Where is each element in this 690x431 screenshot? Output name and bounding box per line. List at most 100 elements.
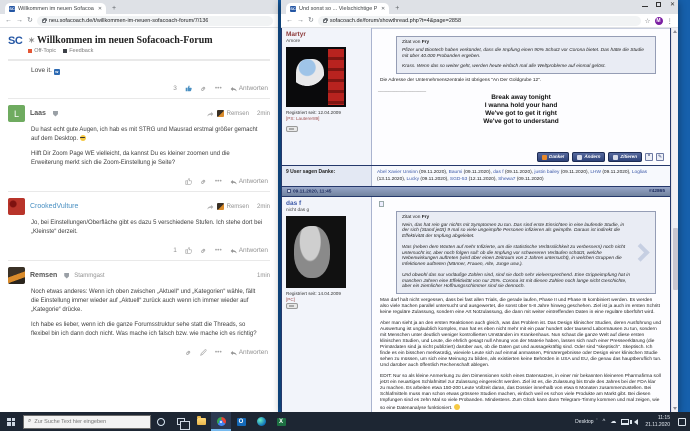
back-icon[interactable]: ← — [286, 17, 293, 24]
address-bar-right[interactable]: sofacoach.de/forum/showthread.php?t=4&pa… — [318, 16, 641, 26]
site-logo[interactable]: SC — [8, 35, 22, 54]
thanks-user-link[interactable]: LHW — [590, 170, 601, 175]
scroll-up-icon[interactable] — [673, 30, 677, 33]
cortana-button[interactable] — [151, 412, 171, 431]
username-crookedvulture[interactable]: CrookedVulture — [30, 203, 78, 210]
thanks-user-link[interactable]: das f — [493, 170, 503, 175]
tray-desktop-label[interactable]: Desktop▫ — [575, 419, 597, 425]
network-icon[interactable] — [621, 419, 629, 425]
forward-icon[interactable]: → — [16, 17, 23, 24]
more-actions-icon[interactable]: ••• — [215, 85, 222, 92]
address-bar-left[interactable]: neu.sofacoach.de/t/willkommen-im-neuen-s… — [37, 16, 273, 26]
file-explorer-button[interactable] — [191, 412, 211, 431]
more-actions-icon[interactable]: ••• — [215, 178, 222, 185]
username-remsen[interactable]: Remsen — [30, 272, 57, 279]
post-text: Man darf halt nicht vergessen, dass bei … — [378, 298, 664, 412]
browser-toolbar-right: ← → ↻ sofacoach.de/forum/showthread.php?… — [281, 14, 678, 28]
reply-button[interactable]: Antworten — [230, 85, 268, 92]
avatar-laas[interactable]: L — [8, 105, 25, 122]
edit-pencil-icon[interactable] — [200, 349, 207, 356]
thanks-user-link[interactable]: Lucky — [407, 177, 420, 182]
thanks-user-link[interactable]: Abel Xavier Unsinn — [377, 170, 418, 175]
username-martyr[interactable]: Martyr — [286, 31, 367, 38]
tab-close-icon[interactable]: ✕ — [381, 6, 385, 12]
reply-to-name[interactable]: Remsen — [227, 111, 249, 117]
maximize-button[interactable] — [656, 2, 661, 7]
username-laas[interactable]: Laas — [30, 110, 46, 117]
system-tray: Desktop▫ ^ ☁ 11:15 21.11.2020 — [575, 415, 690, 428]
tag-feedback[interactable]: Feedback — [63, 48, 93, 54]
thanks-user-link[interactable]: Shewa7 — [498, 177, 515, 182]
edge-button[interactable] — [251, 412, 271, 431]
scroll-down-icon[interactable] — [673, 407, 677, 410]
quote-author[interactable]: Fry — [422, 40, 429, 45]
like-icon[interactable] — [185, 178, 192, 185]
taskbar-search[interactable]: ⌕ — [23, 415, 151, 429]
forward-icon[interactable]: → — [297, 17, 304, 24]
menu-dots-icon[interactable]: ⋮ — [667, 17, 674, 25]
post-dasf-sidebar: das f nicht das g Registriert seit: 14.0… — [282, 197, 372, 412]
danke-button[interactable]: Danke! — [537, 152, 569, 162]
thanks-user-link[interactable]: Baumi — [449, 170, 463, 175]
post-number-link[interactable]: #42865 — [649, 189, 665, 194]
link-icon[interactable] — [185, 349, 192, 356]
more-actions-icon[interactable]: ••• — [215, 349, 222, 356]
new-tab-button[interactable]: + — [112, 5, 116, 12]
offline-status-icon — [286, 126, 298, 132]
task-view-button[interactable] — [171, 412, 191, 431]
start-button[interactable] — [0, 412, 22, 431]
outlook-icon: O — [237, 418, 246, 426]
tag-color-swatch — [28, 49, 32, 53]
browser-tab-discourse[interactable]: SC Willkommen im neuen Sofacoa ✕ — [5, 3, 106, 14]
quote-author[interactable]: Fry — [422, 215, 429, 220]
excel-button[interactable]: X — [271, 412, 291, 431]
post-crookedvulture: CrookedVulture Remsen 2min Jo, bei Einst… — [8, 192, 270, 261]
reply-button[interactable]: Antworten — [230, 178, 268, 185]
zitieren-button[interactable]: Zitieren — [608, 152, 642, 162]
reply-to-name[interactable]: Remsen — [227, 204, 249, 210]
thanks-user-link[interactable]: SGD-53 — [450, 177, 467, 182]
search-input[interactable] — [34, 419, 146, 425]
new-tab-button[interactable]: + — [395, 5, 399, 12]
close-button[interactable]: ✕ — [669, 1, 676, 8]
outlook-button[interactable]: O — [231, 412, 251, 431]
back-icon[interactable]: ← — [5, 17, 12, 24]
show-hidden-icons[interactable]: ^ — [603, 419, 606, 425]
avatar-martyr[interactable] — [286, 47, 346, 107]
reload-icon[interactable]: ↻ — [308, 17, 314, 24]
reply-button[interactable]: Antworten — [230, 247, 268, 254]
minimize-button[interactable] — [642, 3, 648, 7]
thanks-user-link[interactable]: justin bailey — [534, 170, 559, 175]
browser-tab-vbulletin[interactable]: SC Und sonst so ... Vielschichtige P ✕ — [286, 3, 389, 14]
link-icon[interactable] — [200, 85, 207, 92]
profile-avatar[interactable]: M — [655, 17, 663, 25]
page-scrollbar[interactable] — [671, 28, 678, 412]
browser-window-vbulletin: SC Und sonst so ... Vielschichtige P ✕ +… — [281, 0, 678, 412]
scrollbar-thumb[interactable] — [673, 228, 678, 290]
like-icon[interactable] — [185, 247, 192, 254]
quickreply-button[interactable]: ✎ — [656, 153, 664, 161]
topic-title[interactable]: ✶ Willkommen im neuen Sofacoach-Forum — [28, 35, 212, 46]
bookmark-star-icon[interactable]: ☆ — [645, 17, 651, 25]
reply-to-icon — [207, 111, 214, 117]
avatar-crookedvulture[interactable] — [8, 198, 25, 215]
avatar-remsen[interactable] — [8, 267, 25, 284]
reload-icon[interactable]: ↻ — [27, 17, 33, 24]
tab-close-icon[interactable]: ✕ — [98, 6, 102, 12]
clock[interactable]: 11:15 21.11.2020 — [645, 415, 670, 428]
aendern-button[interactable]: Ändern — [572, 152, 605, 162]
like-icon[interactable] — [185, 85, 192, 92]
chrome-button[interactable] — [211, 412, 231, 431]
more-actions-icon[interactable]: ••• — [215, 247, 222, 254]
action-center-icon[interactable] — [678, 418, 686, 426]
link-icon[interactable] — [200, 247, 207, 254]
username-dasf[interactable]: das f — [286, 200, 367, 207]
volume-icon[interactable] — [634, 419, 638, 425]
onedrive-cloud-icon[interactable]: ☁ — [610, 418, 616, 425]
link-icon[interactable] — [200, 178, 207, 185]
multiquote-button[interactable]: ❞ — [645, 153, 653, 161]
tag-off-topic[interactable]: Off-Topic — [28, 48, 56, 54]
reply-button[interactable]: Antworten — [230, 349, 268, 356]
thanks-user-link[interactable]: Loglias — [632, 170, 647, 175]
avatar-dasf[interactable] — [286, 216, 346, 288]
